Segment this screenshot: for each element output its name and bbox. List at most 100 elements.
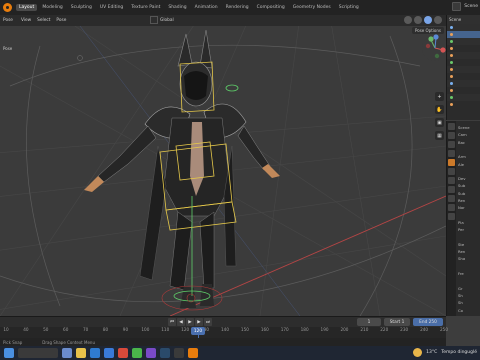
scene-label: Scene [464, 4, 478, 9]
pose-menu[interactable]: Pose [56, 18, 66, 23]
outliner-row[interactable] [447, 45, 480, 52]
jump-end-icon[interactable]: ⏭ [204, 318, 212, 326]
blender-taskbar-icon[interactable] [188, 348, 198, 358]
opera-icon[interactable] [118, 348, 128, 358]
workspace-tab[interactable]: Geometry Nodes [290, 4, 334, 11]
frame-tick-label: 230 [400, 327, 409, 332]
current-frame-field[interactable]: 1 [357, 318, 381, 326]
outliner-row[interactable] [447, 101, 480, 108]
app-icon[interactable] [174, 348, 184, 358]
workspace-tab[interactable]: Layout [16, 4, 38, 11]
outliner-row[interactable] [447, 66, 480, 73]
prev-keyframe-icon[interactable]: ◀ [177, 318, 185, 326]
windows-taskbar: 13°C Tempo dinguglé [0, 346, 480, 360]
workspace-tab[interactable]: Sculpting [68, 4, 95, 11]
outliner-row[interactable] [447, 87, 480, 94]
end-label: End [419, 319, 428, 325]
scene-selector[interactable]: Scene [452, 2, 478, 11]
properties-tabs [447, 121, 456, 316]
object-tab-icon[interactable] [448, 177, 455, 184]
blender-logo-icon[interactable] [3, 3, 12, 12]
jump-start-icon[interactable]: ⏮ [168, 318, 176, 326]
mode-selector[interactable]: Pose [3, 18, 13, 23]
property-row-label: Per [458, 227, 465, 233]
render-tab-icon[interactable] [448, 132, 455, 139]
property-row-label [458, 264, 480, 270]
search-box[interactable] [18, 348, 58, 358]
outliner-row-selected[interactable] [447, 31, 480, 38]
frame-ruler[interactable]: 10 40 50 60 70 80 90 100 110 120 130 140 150 160 170 18… [0, 327, 448, 336]
constraint-tab-icon[interactable] [448, 204, 455, 211]
app-icon[interactable] [146, 348, 156, 358]
end-frame-field[interactable]: End 250 [413, 318, 443, 326]
workspace-tab[interactable]: Animation [192, 4, 221, 11]
start-frame-field[interactable]: Start 1 [384, 318, 410, 326]
workspace-tab[interactable]: Shading [165, 4, 189, 11]
property-row-label: Gr [458, 285, 463, 291]
play-icon[interactable]: ▶ [186, 318, 194, 326]
windows-start-icon[interactable] [4, 348, 14, 358]
end-value: 250 [428, 319, 437, 325]
view-layer-tab-icon[interactable] [448, 150, 455, 157]
solid-shading-button[interactable] [414, 16, 422, 24]
modifier-tab-icon[interactable] [448, 186, 455, 193]
mail-icon[interactable] [104, 348, 114, 358]
frame-tick-label: 210 [360, 327, 369, 332]
property-row-label [458, 147, 480, 153]
workspace-tab[interactable]: Modeling [39, 4, 65, 11]
camera-icon[interactable]: ▣ [435, 118, 444, 127]
outliner-row[interactable] [447, 80, 480, 87]
property-row-label [458, 235, 480, 241]
frame-cursor[interactable]: 120 [191, 327, 205, 335]
view-menu[interactable]: View [21, 18, 31, 23]
steam-icon[interactable] [160, 348, 170, 358]
wireframe-shading-button[interactable] [404, 16, 412, 24]
property-row-label: Sh [458, 292, 463, 298]
output-tab-icon[interactable] [448, 141, 455, 148]
task-view-icon[interactable] [62, 348, 72, 358]
material-shading-button[interactable] [424, 16, 432, 24]
zoom-icon[interactable]: + [435, 92, 444, 101]
3d-viewport[interactable]: Pose + ✋ ▣ ▦ [0, 26, 446, 316]
perspective-grid-icon[interactable]: ▦ [435, 131, 444, 140]
properties-panel: Scene Cam Bac Arm Ale Dev Sub Sub Ren Nor Pla Per St… [446, 121, 480, 316]
outliner-row[interactable] [447, 24, 480, 31]
tool-tab-icon[interactable] [448, 123, 455, 130]
world-tab-icon[interactable] [448, 168, 455, 175]
frame-tick-label: 50 [43, 327, 49, 332]
property-row-label: Fre [458, 271, 464, 276]
pose-options-button[interactable]: Pose Options [412, 27, 444, 34]
outliner-row[interactable] [447, 52, 480, 59]
workspace-tab[interactable]: Rendering [223, 4, 252, 11]
frame-tick-label: 220 [380, 327, 389, 332]
edge-browser-icon[interactable] [90, 348, 100, 358]
frame-tick-label: 140 [221, 327, 229, 332]
pan-hand-icon[interactable]: ✋ [435, 105, 444, 114]
viewport-header: Pose View Select Pose [0, 15, 446, 26]
outliner-row[interactable] [447, 59, 480, 66]
scene-icon [452, 2, 462, 11]
outliner-row[interactable] [447, 38, 480, 45]
file-explorer-icon[interactable] [76, 348, 86, 358]
select-menu[interactable]: Select [37, 18, 50, 23]
data-tab-icon[interactable] [448, 213, 455, 220]
chrome-icon[interactable] [132, 348, 142, 358]
workspace-tabs: Layout Modeling Sculpting UV Editing Texture… [16, 4, 364, 11]
rendered-shading-button[interactable] [434, 16, 442, 24]
workspace-tab[interactable]: Texture Paint [128, 4, 163, 11]
transform-orientation[interactable]: Global [150, 16, 174, 24]
outliner-row[interactable] [447, 94, 480, 101]
workspace-tab[interactable]: Scripting [336, 4, 362, 11]
workspace-tab[interactable]: Compositing [254, 4, 288, 11]
workspace-tab[interactable]: UV Editing [97, 4, 126, 11]
frame-tick-label: 80 [102, 327, 109, 332]
scene-tab-icon[interactable] [448, 159, 455, 166]
weather-icon[interactable] [413, 348, 423, 357]
physics-tab-icon[interactable] [448, 195, 455, 202]
property-row-label: Cam [458, 132, 467, 138]
next-keyframe-icon[interactable]: ▶ [195, 318, 203, 326]
outliner-row[interactable] [447, 73, 480, 80]
frame-tick-label: 100 [141, 327, 150, 332]
frame-tick-label: 200 [340, 327, 349, 332]
viewport-nav-buttons: + ✋ ▣ ▦ [435, 92, 444, 140]
